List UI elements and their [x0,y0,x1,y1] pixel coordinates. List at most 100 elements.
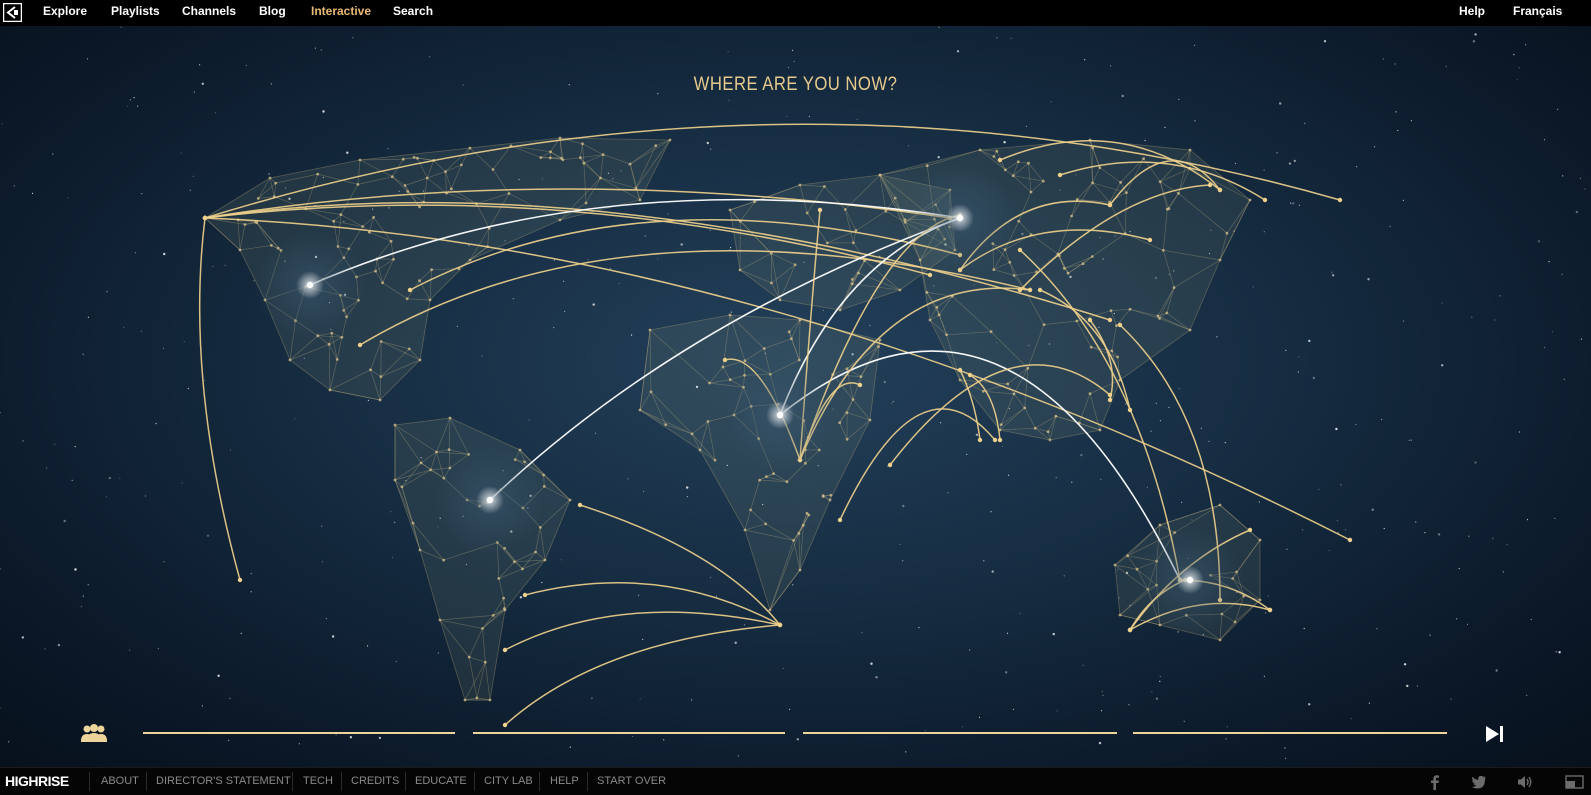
star [67,197,68,198]
star [74,568,76,570]
footer-link-directors-statement[interactable]: DIRECTOR'S STATEMENT [156,775,291,787]
footer-link-city-lab[interactable]: CITY LAB [484,775,533,787]
arc-endpoint [1088,318,1092,322]
star [1178,99,1179,100]
star [72,480,73,481]
mesh-node [394,479,397,482]
world-connection-map[interactable] [0,26,1591,767]
volume-icon[interactable] [1516,773,1534,791]
nav-explore[interactable]: Explore [43,4,87,18]
nav-search[interactable]: Search [393,4,433,18]
brand-logo[interactable]: HIGHRISE [5,773,69,789]
star [1332,274,1334,276]
site-logo-icon[interactable] [3,3,22,22]
star [1128,704,1129,705]
progress-segment-4[interactable] [1133,732,1447,734]
mesh-node [846,438,849,441]
fullscreen-icon[interactable] [1564,773,1586,791]
twitter-icon[interactable] [1470,773,1488,791]
arc-endpoint [578,503,582,507]
mesh-node [838,421,841,424]
star [1390,226,1391,227]
star [321,526,322,527]
star [729,249,730,250]
star [553,327,554,328]
arc-endpoint [358,343,362,347]
footer-link-start-over[interactable]: START OVER [597,775,666,787]
star [587,259,588,260]
mesh-node [1008,261,1011,264]
progress-segment-1[interactable] [143,732,455,734]
star [1101,710,1102,711]
mesh-node [1070,215,1073,218]
star [141,193,142,194]
footer-link-help[interactable]: HELP [550,775,579,787]
language-switch[interactable]: Français [1513,4,1562,18]
arc-endpoint [1038,288,1042,292]
star [1584,188,1585,189]
arc-endpoint [1348,538,1352,542]
mesh-node [1159,524,1162,527]
arc-endpoint [1118,323,1122,327]
arc-endpoint [1148,238,1152,242]
hub-point [777,412,783,418]
star [396,661,397,662]
mesh-node [583,162,586,165]
mesh-node [559,219,562,222]
star [541,582,542,583]
star [1544,347,1545,348]
progress-segment-3[interactable] [803,732,1117,734]
star [710,577,711,578]
footer-link-tech[interactable]: TECH [303,775,333,787]
mesh-node [444,170,447,173]
mesh-node [1091,255,1094,258]
mesh-node [1099,429,1102,432]
star [1005,671,1007,673]
star [1008,475,1009,476]
nav-blog[interactable]: Blog [259,4,286,18]
top-nav-bar: Explore Playlists Channels Blog Interact… [0,0,1591,26]
footer-link-educate[interactable]: EDUCATE [415,775,467,787]
star [1156,698,1158,700]
nav-channels[interactable]: Channels [182,4,236,18]
skip-next-icon[interactable] [1484,723,1506,745]
mesh-node [879,174,882,177]
people-icon[interactable] [78,722,110,744]
star [563,281,564,282]
mesh-node [1067,272,1070,275]
arc-endpoint [1248,528,1252,532]
star [1292,202,1294,204]
star [1299,205,1300,206]
star [1403,200,1404,201]
mesh-node [328,343,331,346]
mesh-node [1000,423,1003,426]
star [1456,618,1457,619]
arc-endpoint [1108,318,1112,322]
star [861,632,862,633]
mesh-node [513,560,516,563]
nav-interactive[interactable]: Interactive [311,4,371,18]
star [638,595,639,596]
mesh-node [799,184,802,187]
footer-link-credits[interactable]: CREDITS [351,775,399,787]
star [1474,461,1476,463]
facebook-icon[interactable] [1426,773,1444,791]
star [1125,403,1126,404]
arc-endpoint [1108,398,1112,402]
star [332,635,334,637]
footer-link-about[interactable]: ABOUT [101,775,139,787]
nav-help[interactable]: Help [1459,4,1485,18]
star [1294,160,1296,162]
mesh-node [839,309,842,312]
mesh-node [926,164,929,167]
mesh-node [492,614,495,617]
mesh-node [822,494,825,497]
star [1531,619,1532,620]
mesh-node [602,153,605,156]
mesh-node [806,512,809,515]
mesh-node [790,337,793,340]
star [315,48,316,49]
mesh-node [1126,554,1129,557]
progress-segment-2[interactable] [473,732,785,734]
nav-playlists[interactable]: Playlists [111,4,160,18]
